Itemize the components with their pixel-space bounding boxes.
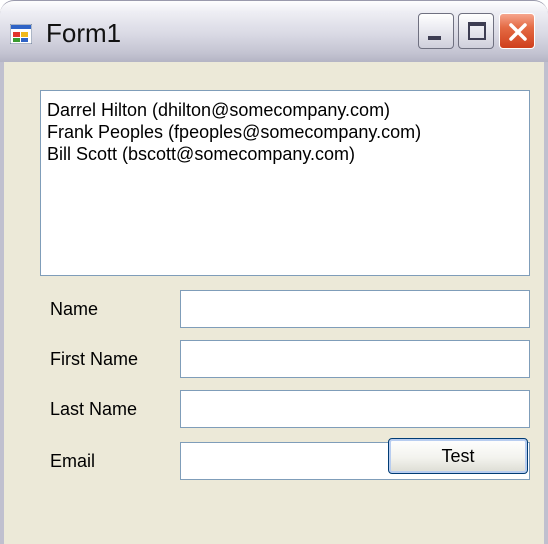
close-icon (509, 23, 527, 41)
contacts-listbox[interactable]: Darrel Hilton (dhilton@somecompany.com) … (40, 90, 530, 276)
close-button[interactable] (499, 13, 535, 49)
test-button[interactable]: Test (388, 438, 528, 474)
first-name-field[interactable] (180, 340, 530, 378)
form-client-area: Darrel Hilton (dhilton@somecompany.com) … (0, 62, 548, 544)
maximize-button[interactable] (458, 13, 494, 49)
last-name-field[interactable] (180, 390, 530, 428)
first-name-label: First Name (50, 349, 139, 369)
form-app-icon (10, 24, 32, 44)
name-label: Name (50, 299, 99, 319)
last-name-label: Last Name (50, 399, 138, 419)
title-bar[interactable]: Form1 (0, 0, 548, 62)
list-item[interactable]: Darrel Hilton (dhilton@somecompany.com) (47, 99, 523, 121)
list-item[interactable]: Bill Scott (bscott@somecompany.com) (47, 143, 523, 165)
form1-window: Form1 Darrel Hilton (dhilton@somecompany… (0, 0, 548, 544)
minimize-icon (428, 36, 441, 40)
email-label: Email (50, 451, 96, 471)
maximize-icon (468, 22, 486, 40)
list-item[interactable]: Frank Peoples (fpeoples@somecompany.com) (47, 121, 523, 143)
minimize-button[interactable] (418, 13, 454, 49)
window-title: Form1 (46, 18, 122, 48)
name-field[interactable] (180, 290, 530, 328)
